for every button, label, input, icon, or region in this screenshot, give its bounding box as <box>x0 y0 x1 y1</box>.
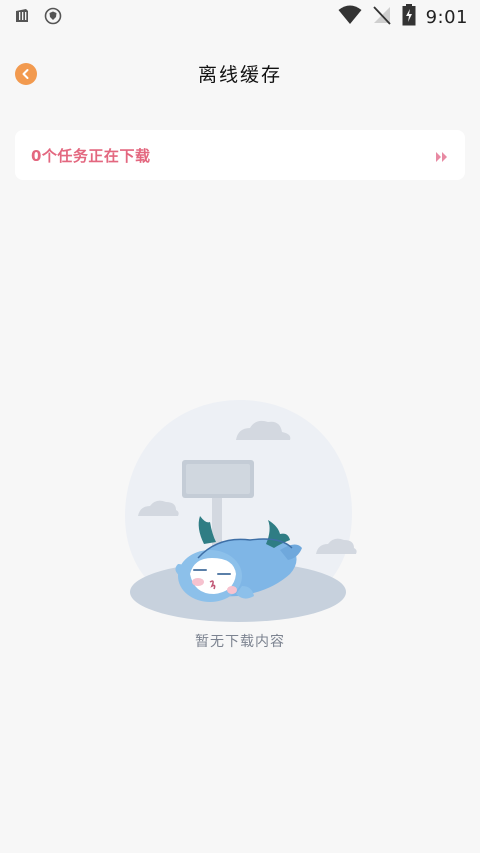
status-time: 9:01 <box>425 6 468 28</box>
shield-icon <box>44 7 62 29</box>
page-title: 离线缓存 <box>197 64 282 86</box>
no-signal-icon <box>372 5 392 29</box>
sleeping-dragon-illustration <box>120 398 360 628</box>
header-bar: 离线缓存 <box>0 48 480 100</box>
wifi-icon <box>338 5 362 29</box>
status-bar: 9:01 <box>0 0 480 32</box>
battery-charging-icon <box>402 4 416 30</box>
empty-state-text: 暂无下载内容 <box>195 634 285 650</box>
status-right-icons: 9:01 <box>338 4 468 30</box>
downloading-tasks-card[interactable]: 0个任务正在下载 <box>15 130 465 180</box>
offline-cache-screen: 9:01 离线缓存 0个任务正在下载 暂无下载内容 <box>0 0 480 853</box>
sim-card-icon <box>14 8 30 28</box>
downloading-tasks-label: 0个任务正在下载 <box>31 147 151 165</box>
status-left-icons <box>14 7 62 29</box>
double-chevron-right-icon <box>435 148 449 167</box>
